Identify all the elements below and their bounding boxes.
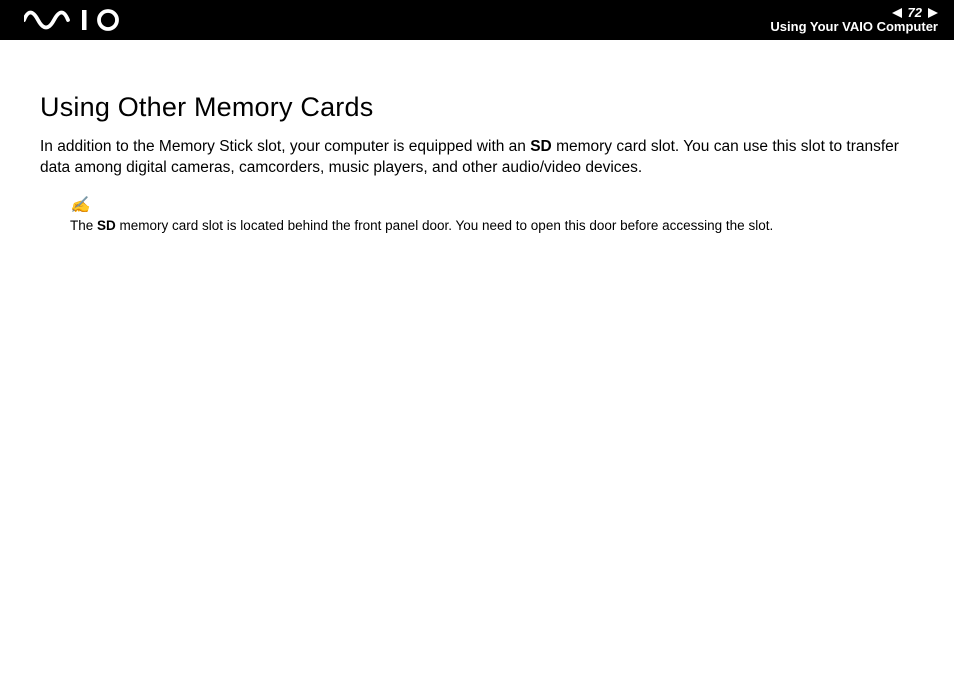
page-header: 72 Using Your VAIO Computer (0, 0, 954, 40)
bold-sd: SD (530, 138, 552, 155)
page-navigator: 72 (770, 6, 938, 20)
note-icon: ✍ (70, 195, 90, 215)
intro-paragraph: In addition to the Memory Stick slot, yo… (40, 137, 914, 179)
text-segment: The (70, 218, 97, 233)
text-segment: In addition to the Memory Stick slot, yo… (40, 138, 530, 155)
page-content: Using Other Memory Cards In addition to … (0, 40, 954, 236)
bold-sd: SD (97, 218, 116, 233)
header-right: 72 Using Your VAIO Computer (770, 6, 938, 35)
text-segment: memory card slot is located behind the f… (116, 218, 773, 233)
page-number: 72 (908, 6, 922, 20)
page-title: Using Other Memory Cards (40, 92, 914, 123)
prev-page-arrow-icon[interactable] (892, 8, 902, 18)
note-text: The SD memory card slot is located behin… (70, 217, 914, 236)
next-page-arrow-icon[interactable] (928, 8, 938, 18)
vaio-logo (24, 0, 128, 40)
section-title: Using Your VAIO Computer (770, 20, 938, 34)
note-block: ✍ The SD memory card slot is located beh… (70, 195, 914, 236)
